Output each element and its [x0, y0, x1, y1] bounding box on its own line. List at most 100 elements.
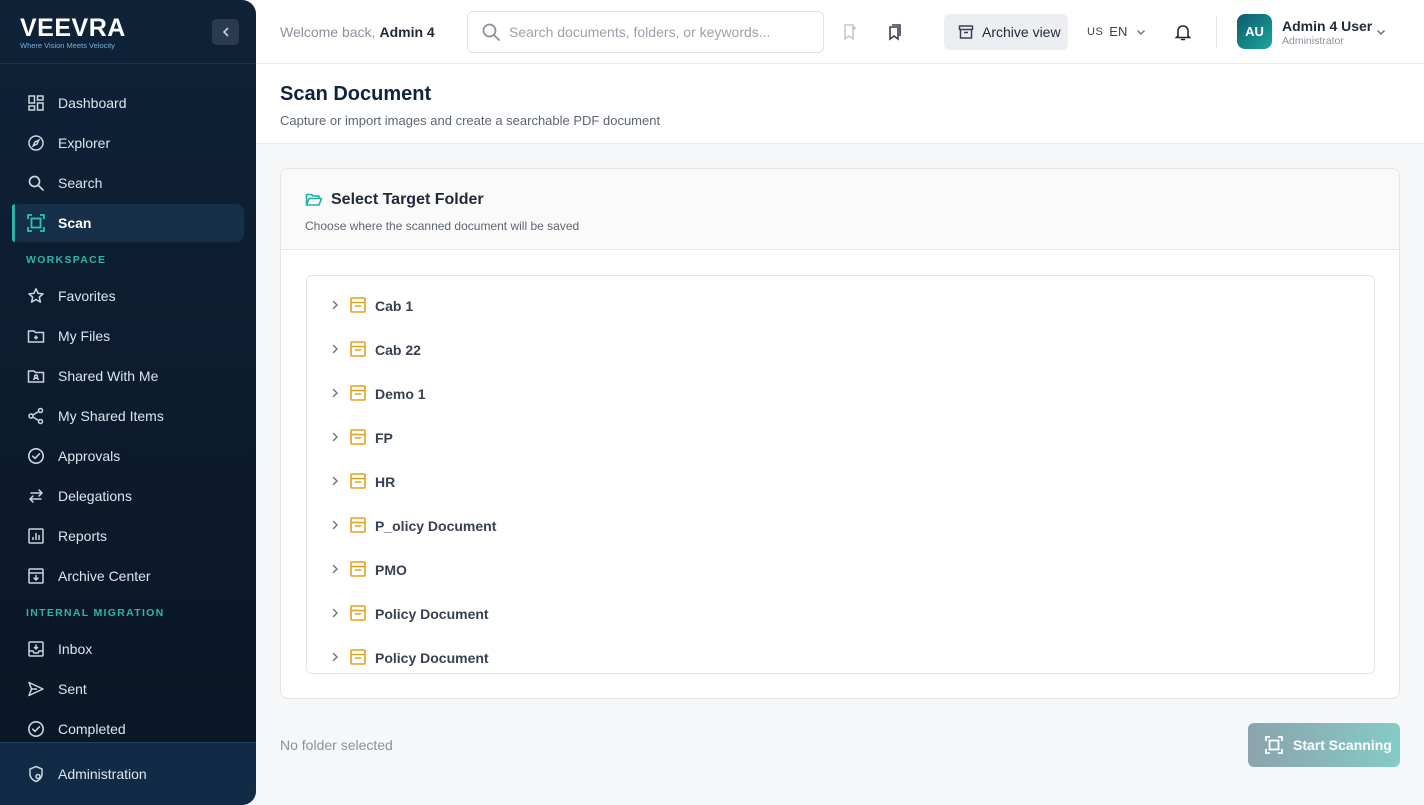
search-icon — [26, 173, 46, 193]
sidebar-item-approvals[interactable]: Approvals — [12, 437, 244, 475]
compass-icon — [26, 133, 46, 153]
inbox-icon — [26, 639, 46, 659]
archive-view-button[interactable]: Archive view — [944, 14, 1068, 50]
folder-tree-row[interactable]: Demo 1 — [307, 372, 1374, 416]
chevron-right-icon[interactable] — [329, 563, 341, 575]
welcome-user: Admin 4 — [379, 24, 435, 40]
migration-section-label: INTERNAL MIGRATION — [26, 607, 165, 619]
start-scanning-button[interactable]: Start Scanning — [1248, 723, 1400, 767]
page-title: Scan Document — [280, 83, 432, 105]
shield-gear-icon — [26, 764, 46, 784]
archive-view-label: Archive view — [982, 24, 1061, 40]
sidebar-item-inbox[interactable]: Inbox — [12, 630, 244, 668]
cabinet-icon — [350, 341, 366, 357]
folder-tree-row[interactable]: Cab 22 — [307, 328, 1374, 372]
cabinet-icon — [350, 429, 366, 445]
archive-download-icon — [26, 566, 46, 586]
chevron-right-icon[interactable] — [329, 607, 341, 619]
folder-tree-row[interactable]: FP — [307, 416, 1374, 460]
cabinet-icon — [350, 473, 366, 489]
brand-tagline: Where Vision Meets Velocity — [20, 41, 115, 50]
language-selector[interactable]: US EN — [1087, 24, 1147, 39]
folder-name: FP — [375, 430, 393, 446]
sidebar-item-my-files[interactable]: My Files — [12, 317, 244, 355]
folder-name: Policy Document — [375, 606, 489, 622]
cabinet-icon — [350, 385, 366, 401]
welcome-message: Welcome back, Admin 4 — [280, 24, 435, 40]
sidebar-item-search[interactable]: Search — [12, 164, 244, 202]
chevron-right-icon[interactable] — [329, 519, 341, 531]
language-code: EN — [1109, 24, 1128, 39]
sidebar-item-favorites[interactable]: Favorites — [12, 277, 244, 315]
archive-icon — [958, 25, 974, 39]
chevron-right-icon[interactable] — [329, 475, 341, 487]
sidebar-item-delegations[interactable]: Delegations — [12, 477, 244, 515]
folder-tree-row[interactable]: P_olicy Document — [307, 504, 1374, 548]
folder-tree-row[interactable]: PMO — [307, 548, 1374, 592]
welcome-text: Welcome back, — [280, 24, 376, 40]
chart-icon — [26, 526, 46, 546]
folder-name: Policy Document — [375, 650, 489, 666]
chevron-down-icon — [1137, 29, 1146, 35]
chevron-right-icon[interactable] — [329, 387, 341, 399]
add-bookmark-button[interactable] — [838, 20, 862, 44]
check-circle-icon — [26, 719, 46, 739]
folder-name: PMO — [375, 562, 407, 578]
brand-name: VEEVRA — [20, 14, 126, 42]
folder-tree-row[interactable]: Policy Document — [307, 592, 1374, 636]
folder-name: Demo 1 — [375, 386, 426, 402]
folder-tree-row[interactable]: Policy Document — [307, 636, 1374, 673]
sidebar-item-dashboard[interactable]: Dashboard — [12, 84, 244, 122]
swap-arrows-icon — [26, 486, 46, 506]
chevron-right-icon[interactable] — [329, 299, 341, 311]
sidebar-item-label: Sent — [58, 681, 87, 697]
chevron-left-icon — [222, 27, 228, 37]
sidebar-item-explorer[interactable]: Explorer — [12, 124, 244, 162]
sidebar-item-label: Completed — [58, 721, 126, 737]
sidebar-item-label: Search — [58, 175, 103, 191]
sidebar-item-label: Shared With Me — [58, 368, 159, 384]
user-name[interactable]: Admin 4 User — [1282, 18, 1372, 34]
search-icon — [482, 23, 500, 41]
card-header: Select Target Folder Choose where the sc… — [281, 169, 1399, 250]
folder-tree-row[interactable]: HR — [307, 460, 1374, 504]
scan-icon — [26, 213, 46, 233]
sidebar-item-scan[interactable]: Scan — [12, 204, 244, 242]
workspace-section-label: WORKSPACE — [26, 254, 107, 266]
cabinet-icon — [350, 561, 366, 577]
search-input[interactable] — [509, 24, 809, 40]
cabinet-icon — [350, 649, 366, 665]
scan-icon — [1264, 735, 1284, 755]
chevron-right-icon[interactable] — [329, 431, 341, 443]
global-search[interactable] — [467, 11, 824, 53]
collapse-sidebar-button[interactable] — [212, 19, 239, 45]
notifications-button[interactable] — [1171, 20, 1195, 44]
start-scanning-label: Start Scanning — [1293, 737, 1392, 753]
sidebar-item-reports[interactable]: Reports — [12, 517, 244, 555]
sidebar-item-shared-with-me[interactable]: Shared With Me — [12, 357, 244, 395]
sidebar-item-my-shared-items[interactable]: My Shared Items — [12, 397, 244, 435]
check-circle-icon — [26, 446, 46, 466]
sidebar-item-label: Approvals — [58, 448, 121, 464]
user-menu-toggle[interactable] — [1369, 20, 1393, 44]
sidebar-footer: Administration — [0, 742, 256, 805]
sidebar-item-label: Delegations — [58, 488, 132, 504]
avatar[interactable]: AU — [1237, 14, 1272, 49]
sidebar-item-label: Inbox — [58, 641, 93, 657]
sidebar-item-administration[interactable]: Administration — [12, 755, 244, 793]
cabinet-icon — [350, 297, 366, 313]
brand-logo[interactable]: VEEVRA Where Vision Meets Velocity — [20, 14, 126, 50]
sidebar-item-sent[interactable]: Sent — [12, 670, 244, 708]
sidebar-item-archive-center[interactable]: Archive Center — [12, 557, 244, 595]
folder-tree[interactable]: Cab 1 Cab 22 Demo 1 FP HR P_olicy Document PMO… — [306, 275, 1375, 674]
bookmarks-button[interactable] — [882, 20, 906, 44]
sidebar-item-label: My Shared Items — [58, 408, 164, 424]
folder-name: P_olicy Document — [375, 518, 497, 534]
page-header: Scan Document Capture or import images a… — [256, 64, 1424, 144]
language-country: US — [1087, 25, 1104, 38]
sidebar-item-label: Favorites — [58, 288, 116, 304]
chevron-right-icon[interactable] — [329, 651, 341, 663]
chevron-right-icon[interactable] — [329, 343, 341, 355]
folder-shared-icon — [26, 366, 46, 386]
folder-tree-row[interactable]: Cab 1 — [307, 284, 1374, 328]
